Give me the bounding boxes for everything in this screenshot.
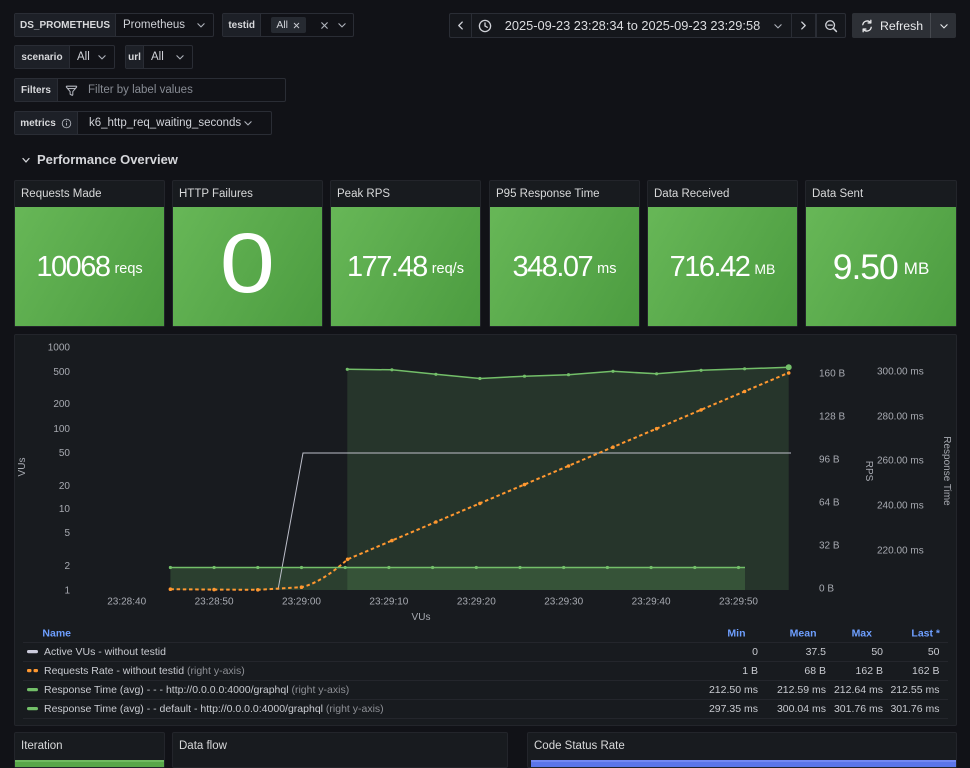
svg-text:301.76 ms: 301.76 ms bbox=[890, 703, 939, 715]
svg-text:240.00 ms: 240.00 ms bbox=[877, 501, 924, 512]
svg-text:37.5: 37.5 bbox=[806, 646, 827, 658]
svg-text:23:29:30: 23:29:30 bbox=[544, 597, 583, 608]
svg-text:200: 200 bbox=[53, 399, 70, 410]
svg-text:23:28:40: 23:28:40 bbox=[107, 597, 146, 608]
svg-text:Name: Name bbox=[42, 628, 71, 640]
svg-text:32 B: 32 B bbox=[819, 541, 840, 552]
svg-text:Mean: Mean bbox=[790, 628, 817, 640]
svg-text:100: 100 bbox=[53, 424, 70, 435]
svg-text:23:29:40: 23:29:40 bbox=[632, 597, 671, 608]
svg-text:68 B: 68 B bbox=[804, 665, 826, 677]
svg-text:64 B: 64 B bbox=[819, 498, 840, 509]
svg-text:128 B: 128 B bbox=[819, 412, 845, 423]
svg-text:10: 10 bbox=[59, 504, 71, 515]
svg-text:1: 1 bbox=[64, 586, 70, 597]
svg-text:23:29:10: 23:29:10 bbox=[369, 597, 408, 608]
svg-text:23:29:50: 23:29:50 bbox=[719, 597, 758, 608]
svg-text:VUs: VUs bbox=[17, 458, 28, 477]
svg-text:162 B: 162 B bbox=[912, 665, 939, 677]
svg-text:5: 5 bbox=[64, 528, 70, 539]
svg-text:1000: 1000 bbox=[48, 343, 71, 354]
svg-text:212.64 ms: 212.64 ms bbox=[834, 684, 883, 696]
svg-text:50: 50 bbox=[928, 646, 940, 658]
svg-text:Response Time (avg) - - - http: Response Time (avg) - - - http://0.0.0.0… bbox=[44, 684, 349, 696]
svg-text:220.00 ms: 220.00 ms bbox=[877, 546, 924, 557]
svg-text:Response Time: Response Time bbox=[941, 436, 952, 506]
svg-text:212.55 ms: 212.55 ms bbox=[890, 684, 939, 696]
svg-text:Max: Max bbox=[852, 628, 873, 640]
svg-text:160 B: 160 B bbox=[819, 369, 845, 380]
svg-text:260.00 ms: 260.00 ms bbox=[877, 456, 924, 467]
svg-text:50: 50 bbox=[871, 646, 883, 658]
svg-text:212.50 ms: 212.50 ms bbox=[709, 684, 758, 696]
svg-text:50: 50 bbox=[59, 448, 71, 459]
svg-text:300.04 ms: 300.04 ms bbox=[777, 703, 826, 715]
svg-text:162 B: 162 B bbox=[856, 665, 883, 677]
svg-text:297.35 ms: 297.35 ms bbox=[709, 703, 758, 715]
svg-text:Response Time (avg) - - defaul: Response Time (avg) - - default - http:/… bbox=[44, 703, 384, 715]
svg-text:301.76 ms: 301.76 ms bbox=[834, 703, 883, 715]
svg-text:23:29:20: 23:29:20 bbox=[457, 597, 496, 608]
svg-text:23:29:00: 23:29:00 bbox=[282, 597, 321, 608]
svg-text:1 B: 1 B bbox=[742, 665, 758, 677]
svg-text:Requests Rate - without testid: Requests Rate - without testid (right y-… bbox=[44, 665, 245, 677]
svg-text:0: 0 bbox=[752, 646, 758, 658]
svg-text:2: 2 bbox=[64, 561, 70, 572]
svg-text:212.59 ms: 212.59 ms bbox=[777, 684, 826, 696]
svg-text:96 B: 96 B bbox=[819, 455, 840, 466]
svg-text:Min: Min bbox=[727, 628, 745, 640]
svg-text:20: 20 bbox=[59, 481, 71, 492]
svg-text:VUs: VUs bbox=[412, 612, 431, 623]
svg-text:23:28:50: 23:28:50 bbox=[195, 597, 234, 608]
svg-text:280.00 ms: 280.00 ms bbox=[877, 412, 924, 423]
svg-text:Active VUs - without testid: Active VUs - without testid bbox=[44, 646, 166, 658]
svg-text:500: 500 bbox=[53, 367, 70, 378]
svg-text:300.00 ms: 300.00 ms bbox=[877, 367, 924, 378]
svg-text:0 B: 0 B bbox=[819, 584, 834, 595]
svg-text:Last *: Last * bbox=[911, 628, 941, 640]
svg-text:RPS: RPS bbox=[863, 461, 874, 482]
